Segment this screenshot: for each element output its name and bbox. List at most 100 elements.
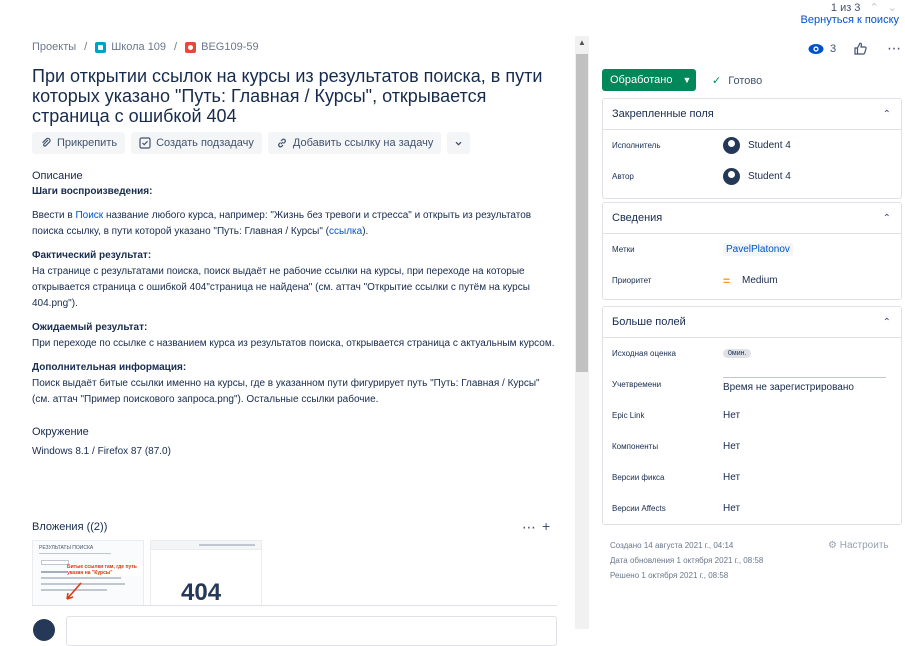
attach-button[interactable]: Прикрепить [32,132,126,154]
field-author[interactable]: Автор Student 4 [603,161,901,192]
chevron-down-icon [455,141,462,146]
avatar [33,619,55,641]
more-actions-button[interactable] [447,132,471,154]
field-time-tracking[interactable]: Учетвремени Время не зарегистрировано [603,369,901,400]
like-icon[interactable] [854,42,867,55]
scrollbar-thumb[interactable] [576,54,588,372]
next-issue-icon[interactable]: ⌄ [888,2,897,14]
field-epic-link[interactable]: Epic Link Нет [603,400,901,431]
link-issue-button[interactable]: Добавить ссылку на задачу [267,132,442,154]
extra-text: Поиск выдаёт битые ссылки именно на курс… [32,378,540,405]
thumbnail-text-line [41,577,121,579]
steps-heading: Шаги воспроизведения: [32,186,153,197]
comment-input[interactable] [66,616,557,646]
expected-text: При переходе по ссылке с названием курса… [32,338,555,349]
thumbnail-menu [199,544,255,546]
priority-value: Medium [742,275,778,286]
resolved-date: Решено 1 октября 2021 г., 08:58 [610,571,729,580]
attachments-heading: Вложения ((2)) [32,521,108,533]
epic-value: Нет [723,410,741,421]
issue-actions: Прикрепить Создать подзадачу Добавить сс… [32,132,560,154]
created-date: Создано 14 августа 2021 г., 04:14 [610,541,734,550]
attach-label: Прикрепить [57,137,118,149]
more-options-icon[interactable]: ⋯ [887,40,902,57]
check-icon: ✓ [712,75,722,87]
details-header[interactable]: Сведения ⌃ [603,203,901,234]
more-fields-header[interactable]: Больше полей ⌃ [603,307,901,338]
pager-position: 1 из 3 [830,2,861,14]
field-original-estimate[interactable]: Исходная оценка 0мин. [603,338,901,369]
author-value[interactable]: Student 4 [748,171,791,182]
watch-eye-icon[interactable] [808,43,824,55]
label-chip[interactable]: PavelPlatonov [723,243,793,256]
configure-button[interactable]: ⚙ Настроить [828,540,889,551]
time-tracking-value: Время не зарегистрировано [723,376,886,393]
field-label: Приоритет [612,276,652,285]
breadcrumb-issue-key[interactable]: BEG109-59 [201,41,258,53]
estimate-badge: 0мин. [723,349,752,358]
assignee-value[interactable]: Student 4 [748,140,791,151]
issue-toolbar: 3 ⋯ [808,40,902,57]
breadcrumb-projects[interactable]: Проекты [32,41,76,53]
field-labels[interactable]: Метки PavelPlatonov [603,234,901,265]
create-subtask-button[interactable]: Создать подзадачу [131,132,262,154]
description-body[interactable]: Шаги воспроизведения: Ввести в Поиск наз… [32,184,560,408]
link-icon [277,138,286,148]
chevron-down-icon: ▼ [682,75,692,85]
chevron-up-icon[interactable]: ⌃ [883,317,891,328]
chevron-up-icon[interactable]: ⌃ [883,213,891,224]
watchers-count: 3 [830,42,837,55]
link-issue-label: Добавить ссылку на задачу [292,137,434,149]
field-label: Автор [612,172,634,181]
breadcrumb-separator: / [84,41,88,53]
more-fields-panel: Больше полей ⌃ Исходная оценка 0мин. Уче… [602,306,902,525]
affects-versions-value: Нет [723,503,741,514]
add-attachment-icon[interactable]: + [542,518,550,534]
attachment-thumbnail-404[interactable]: 404 [150,540,262,606]
components-value: Нет [723,441,741,452]
attachments-more-icon[interactable]: ⋯ [522,519,537,536]
details-panel: Сведения ⌃ Метки PavelPlatonov Приоритет… [602,202,902,300]
steps-text-3: ). [362,226,369,237]
field-affects-versions[interactable]: Версии Affects Нет [603,493,901,524]
steps-text: Ввести в Поиск название любого курса, на… [32,208,560,240]
prev-issue-icon[interactable]: ⌃ [870,2,879,14]
status-button[interactable]: Обработано ▼ [602,69,696,91]
actual-heading: Фактический результат: [32,250,152,261]
avatar [723,137,740,154]
bug-icon [185,41,197,53]
create-subtask-label: Создать подзадачу [156,137,254,149]
expected-heading: Ожидаемый результат: [32,322,148,333]
scroll-up-icon[interactable]: ▲ [576,38,588,50]
back-to-search-link[interactable]: Вернуться к поиску [801,14,899,26]
breadcrumb-project[interactable]: Школа 109 [111,41,166,53]
field-fix-versions[interactable]: Версии фикса Нет [603,462,901,493]
resolution-label: Готово [728,75,763,87]
subtask-icon [139,137,151,149]
thumbnail-title: РЕЗУЛЬТАТЫ ПОИСКА [39,545,94,551]
paperclip-icon [42,137,51,147]
configure-label: Настроить [839,540,889,551]
field-label: Версии Affects [612,504,666,513]
thumbnail-text-line [41,583,125,585]
search-link[interactable]: Поиск [75,210,103,221]
issue-title[interactable]: При открытии ссылок на курсы из результа… [32,66,552,126]
field-priority[interactable]: Приоритет = Medium [603,265,901,296]
pinned-fields-heading: Закрепленные поля [612,108,714,120]
course-link[interactable]: ссылка [329,226,362,237]
avatar [723,168,740,185]
extra-heading: Дополнительная информация: [32,362,187,373]
thumbnail-404-text: 404 [181,579,222,606]
field-components[interactable]: Компоненты Нет [603,431,901,462]
pinned-fields-header[interactable]: Закрепленные поля ⌃ [603,99,901,130]
details-heading: Сведения [612,212,663,224]
attachment-thumbnail-search[interactable]: РЕЗУЛЬТАТЫ ПОИСКА Битые ссылки там, где … [32,540,144,606]
environment-value[interactable]: Windows 8.1 / Firefox 87 (87.0) [32,444,560,460]
actual-text: На странице с результатами поиска, поиск… [32,266,530,309]
thumbnail-annotation: Битые ссылки там, где путь указан на "Ку… [67,564,143,576]
steps-text-2: название любого курса, например: "Жизнь … [32,210,532,237]
fix-versions-value: Нет [723,472,741,483]
field-assignee[interactable]: Исполнитель Student 4 [603,130,901,161]
field-label: Версии фикса [612,473,665,482]
chevron-up-icon[interactable]: ⌃ [883,109,891,120]
